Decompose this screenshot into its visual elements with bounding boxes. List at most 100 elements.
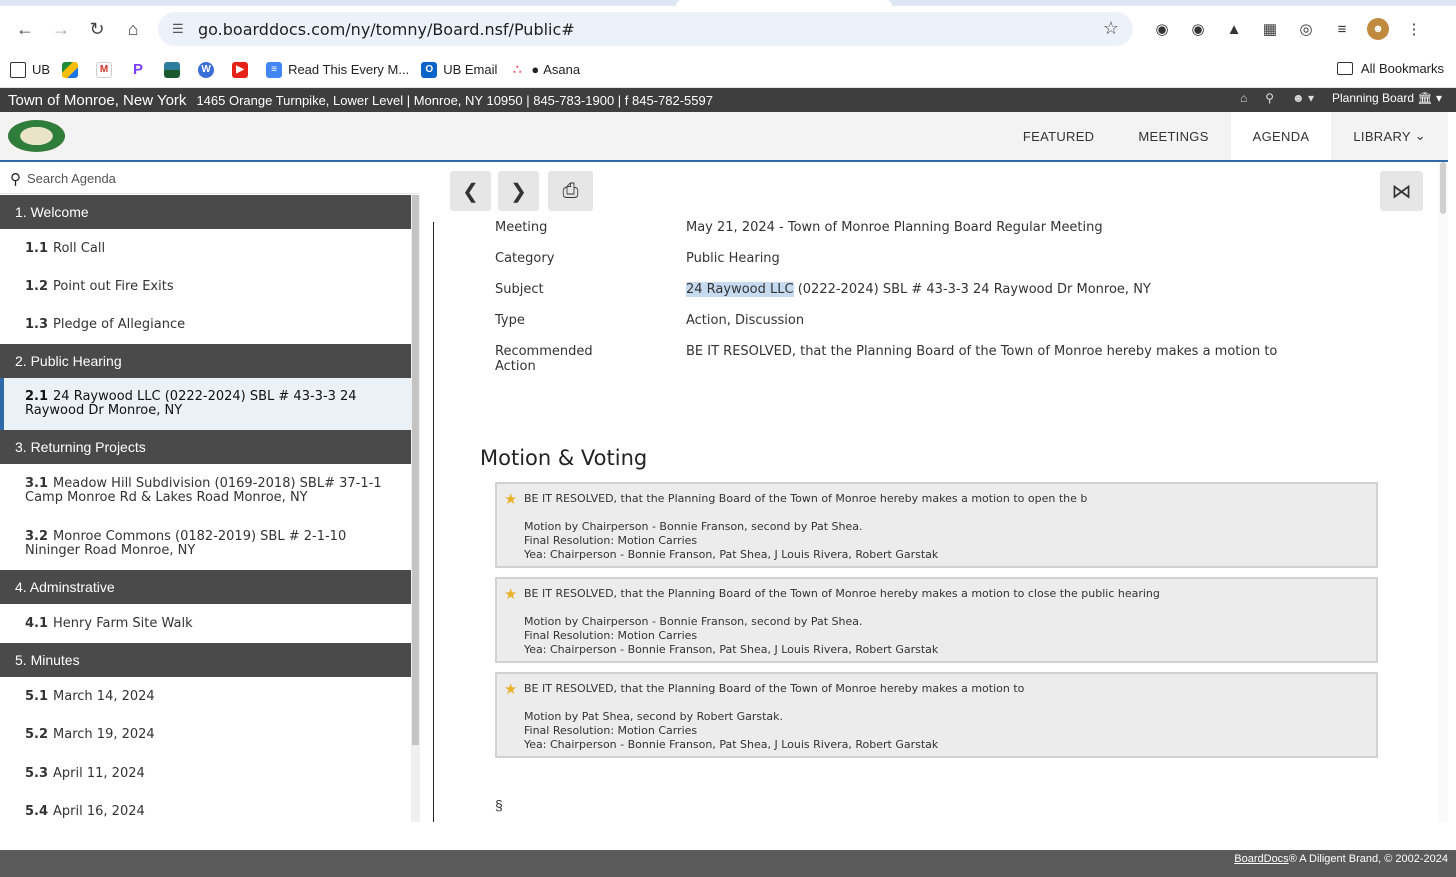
category-minutes[interactable]: 5. Minutes (0, 643, 411, 677)
bookmark-drive[interactable] (62, 61, 84, 78)
search-icon[interactable]: ⚲ (1265, 91, 1274, 105)
agenda-item[interactable]: 4.1 Henry Farm Site Walk (0, 604, 411, 643)
chevron-left-icon: ❮ (462, 180, 479, 203)
site-settings-icon[interactable]: ☰ (172, 21, 188, 37)
all-bookmarks[interactable]: All Bookmarks (1336, 61, 1444, 76)
content-scrollbar[interactable] (1438, 162, 1448, 822)
home-icon[interactable]: ⌂ (1240, 91, 1247, 105)
prev-item-button[interactable]: ❮ (450, 171, 491, 211)
youtube-icon: ▶ (232, 61, 249, 78)
extension-icon-3[interactable]: ▲ (1216, 16, 1252, 42)
agenda-search[interactable]: ⚲ Search Agenda (0, 164, 420, 194)
extension-icon-1[interactable]: ◉ (1144, 16, 1180, 42)
forward-icon[interactable]: → (44, 12, 78, 46)
sidebar-scrollbar[interactable] (411, 195, 420, 822)
scrollbar-thumb[interactable] (412, 195, 419, 745)
folder-icon (10, 61, 26, 78)
bookmark-ub[interactable]: UB (10, 61, 50, 78)
next-item-button[interactable]: ❯ (498, 171, 539, 211)
agenda-item[interactable]: 5.1 March 14, 2024 (0, 677, 411, 715)
agenda-item[interactable]: 5.4 April 16, 2024 (0, 792, 411, 822)
agenda-item[interactable]: 1.2 Point out Fire Exits (0, 267, 411, 305)
selected-text: 24 Raywood LLC (686, 282, 794, 297)
reading-list-icon[interactable]: ≡ (1324, 16, 1360, 42)
wordpress-icon: W (198, 61, 215, 78)
recommended-action-label: Recommended Action (495, 344, 593, 374)
landscape-icon (164, 61, 181, 78)
bookmark-p[interactable]: P (130, 61, 152, 78)
agenda-item[interactable]: 5.2 March 19, 2024 (0, 715, 411, 754)
motion-title: BE IT RESOLVED, that the Planning Board … (524, 587, 1160, 600)
agenda-item[interactable]: 1.1 Roll Call (0, 229, 411, 267)
org-name: Town of Monroe, New York (8, 91, 187, 109)
reload-icon[interactable]: ↻ (80, 12, 114, 46)
google-drive-icon (62, 61, 79, 78)
tab-library[interactable]: LIBRARY ⌄ (1331, 112, 1448, 160)
url-text[interactable]: go.boarddocs.com/ny/tomny/Board.nsf/Publ… (198, 20, 575, 39)
agenda-item-selected[interactable]: 2.1 24 Raywood LLC (0222-2024) SBL # 43-3… (0, 378, 411, 430)
motion-card: ★ BE IT RESOLVED, that the Planning Boar… (495, 577, 1378, 663)
motion-details: Motion by Pat Shea, second by Robert Gar… (524, 710, 939, 751)
search-agenda-input[interactable]: Search Agenda (27, 171, 116, 186)
category-public-hearing[interactable]: 2. Public Hearing (0, 344, 411, 378)
scrollbar-thumb[interactable] (1440, 162, 1446, 214)
asana-icon: ∴ (509, 61, 526, 78)
extension-icon-4[interactable]: ◎ (1288, 16, 1324, 42)
motion-card: ★ BE IT RESOLVED, that the Planning Boar… (495, 672, 1378, 758)
category-welcome[interactable]: 1. Welcome (0, 195, 411, 229)
agenda-sidebar: ⚲ Search Agenda 1. Welcome 1.1 Roll Call … (0, 164, 420, 822)
p-app-icon: P (130, 61, 147, 78)
menu-kebab-icon[interactable]: ⋮ (1396, 16, 1432, 42)
docs-icon: ≡ (266, 61, 283, 78)
dot-icon: ● (531, 62, 540, 77)
category-returning-projects[interactable]: 3. Returning Projects (0, 430, 411, 464)
org-header: Town of Monroe, New York 1465 Orange Tur… (0, 88, 1456, 112)
type-label: Type (495, 313, 525, 328)
motion-title: BE IT RESOLVED, that the Planning Board … (524, 682, 1025, 695)
bookmark-wordpress[interactable]: W (198, 61, 220, 78)
agenda-item[interactable]: 3.1 Meadow Hill Subdivision (0169-2018) S… (0, 464, 411, 518)
bookmark-star-icon[interactable]: ☆ (1103, 18, 1119, 39)
motion-title: BE IT RESOLVED, that the Planning Board … (524, 492, 1088, 505)
star-icon: ★ (504, 490, 518, 508)
bookmark-landscape[interactable] (164, 61, 186, 78)
content-divider (433, 222, 434, 822)
bookmark-asana[interactable]: ∴ ● Asana (509, 61, 580, 78)
category-value: Public Hearing (686, 251, 780, 266)
bookmarks-bar: UB M P W ▶ ≡ Read This Every M... O UB Ema… (0, 52, 1456, 88)
bookmark-read-this[interactable]: ≡ Read This Every M... (266, 61, 409, 78)
board-selector[interactable]: Planning Board 🏛 ▾ (1332, 91, 1442, 105)
motion-card: ★ BE IT RESOLVED, that the Planning Boar… (495, 482, 1378, 568)
motion-details: Motion by Chairperson - Bonnie Franson, … (524, 520, 939, 561)
town-seal-logo[interactable] (8, 120, 65, 152)
agenda-item[interactable]: 1.3 Pledge of Allegiance (0, 305, 411, 344)
bookmark-ub-email[interactable]: O UB Email (421, 61, 497, 78)
tab-featured[interactable]: FEATURED (1001, 112, 1117, 160)
agenda-item[interactable]: 3.2 Monroe Commons (0182-2019) SBL # 2-1-… (0, 518, 411, 570)
agenda-item[interactable]: 5.3 April 11, 2024 (0, 754, 411, 792)
extensions-puzzle-icon[interactable]: ▦ (1252, 16, 1288, 42)
print-icon: ⎙ (562, 179, 579, 202)
section-mark: § (495, 797, 503, 813)
user-icon[interactable]: ☻ ▾ (1292, 91, 1314, 105)
boarddocs-link[interactable]: BoardDocs (1234, 853, 1288, 865)
tab-agenda[interactable]: AGENDA (1230, 112, 1332, 160)
category-label: Category (495, 251, 555, 266)
extensions-area: ◉ ◉ ▲ ▦ ◎ ≡ ☻ ⋮ (1144, 16, 1432, 42)
share-button[interactable]: ⋈ (1380, 171, 1423, 211)
home-icon[interactable]: ⌂ (116, 12, 150, 46)
address-bar[interactable]: ☰ go.boarddocs.com/ny/tomny/Board.nsf/Pu… (158, 12, 1133, 46)
tab-meetings[interactable]: MEETINGS (1116, 112, 1230, 160)
profile-avatar[interactable]: ☻ (1367, 18, 1389, 40)
print-button[interactable]: ⎙ (548, 171, 593, 211)
browser-toolbar: ← → ↻ ⌂ ☰ go.boarddocs.com/ny/tomny/Boar… (0, 6, 1456, 52)
extension-icon-2[interactable]: ◉ (1180, 16, 1216, 42)
category-administrative[interactable]: 4. Adminstrative (0, 570, 411, 604)
org-address: 1465 Orange Turnpike, Lower Level | Monr… (196, 92, 713, 108)
footer: BoardDocs® A Diligent Brand, © 2002-2024 (0, 850, 1456, 877)
chevron-right-icon: ❯ (510, 180, 527, 203)
back-icon[interactable]: ← (8, 12, 42, 46)
bookmark-youtube[interactable]: ▶ (232, 61, 254, 78)
gmail-icon: M (96, 61, 113, 78)
bookmark-gmail[interactable]: M (96, 61, 118, 78)
